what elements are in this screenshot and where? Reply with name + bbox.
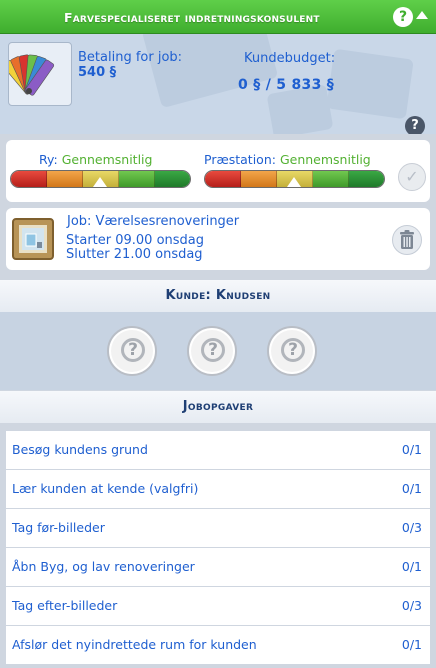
client-header: Kunde: Knudsen — [0, 280, 436, 312]
client-traits-area: ? ? ? — [0, 312, 436, 390]
performance-marker — [287, 177, 301, 187]
tasks-list: Besøg kundens grund 0/1 Lær kunden at ke… — [0, 423, 436, 668]
task-label: Afslør det nyindrettede rum for kunden — [12, 637, 257, 652]
career-title: Farvespecialiseret indretningskonsulent — [64, 10, 320, 25]
task-label: Tag efter-billeder — [12, 598, 118, 613]
complete-job-check-icon[interactable]: ✓ — [398, 163, 426, 191]
task-row[interactable]: Tag før-billeder 0/3 — [6, 509, 430, 547]
reputation-marker — [93, 177, 107, 187]
rating-panel: Ry: Gennemsnitlig Præstation: Gennemsnit… — [6, 140, 430, 202]
task-count: 0/3 — [401, 520, 422, 535]
unknown-trait-icon[interactable]: ? — [187, 326, 237, 376]
job-info-panel: Betaling for job: 540 § Kundebudget: 0 §… — [0, 34, 436, 134]
task-row[interactable]: Lær kunden at kende (valgfri) 0/1 — [6, 470, 430, 508]
payment-value: 540 § — [78, 65, 117, 80]
reputation-label: Ry: Gennemsnitlig — [39, 152, 153, 167]
task-count: 0/3 — [401, 598, 422, 613]
job-start: Starter 09.00 onsdag — [66, 233, 205, 248]
task-count: 0/1 — [401, 442, 422, 457]
task-label: Åbn Byg, og lav renoveringer — [12, 559, 195, 574]
collapse-arrow-icon[interactable] — [416, 11, 428, 19]
unknown-trait-icon[interactable]: ? — [107, 326, 157, 376]
info-help-icon[interactable]: ? — [405, 116, 425, 134]
budget-label: Kundebudget: — [244, 51, 336, 66]
task-label: Lær kunden at kende (valgfri) — [12, 481, 199, 496]
task-count: 0/1 — [401, 637, 422, 652]
task-row[interactable]: Tag efter-billeder 0/3 — [6, 587, 430, 625]
task-count: 0/1 — [401, 481, 422, 496]
color-swatch-icon — [3, 42, 72, 106]
task-label: Tag før-billeder — [12, 520, 105, 535]
room-icon — [12, 218, 54, 260]
trash-icon[interactable] — [392, 225, 422, 255]
job-end: Slutter 21.00 onsdag — [66, 247, 203, 262]
task-row[interactable]: Åbn Byg, og lav renoveringer 0/1 — [6, 548, 430, 586]
task-row[interactable]: Afslør det nyindrettede rum for kunden 0… — [6, 626, 430, 664]
career-header: Farvespecialiseret indretningskonsulent … — [0, 0, 436, 34]
performance-label: Præstation: Gennemsnitlig — [204, 152, 371, 167]
job-title: Job: Værelsesrenoveringer — [67, 214, 240, 229]
job-panel: Job: Værelsesrenoveringer Starter 09.00 … — [6, 208, 430, 270]
tasks-header: Jobopgaver — [0, 391, 436, 423]
help-icon[interactable]: ? — [393, 7, 413, 27]
task-row[interactable]: Besøg kundens grund 0/1 — [6, 431, 430, 469]
task-count: 0/1 — [401, 559, 422, 574]
payment-label: Betaling for job: — [78, 50, 183, 65]
budget-value: 0 § / 5 833 § — [238, 77, 335, 93]
unknown-trait-icon[interactable]: ? — [267, 326, 317, 376]
task-label: Besøg kundens grund — [12, 442, 148, 457]
